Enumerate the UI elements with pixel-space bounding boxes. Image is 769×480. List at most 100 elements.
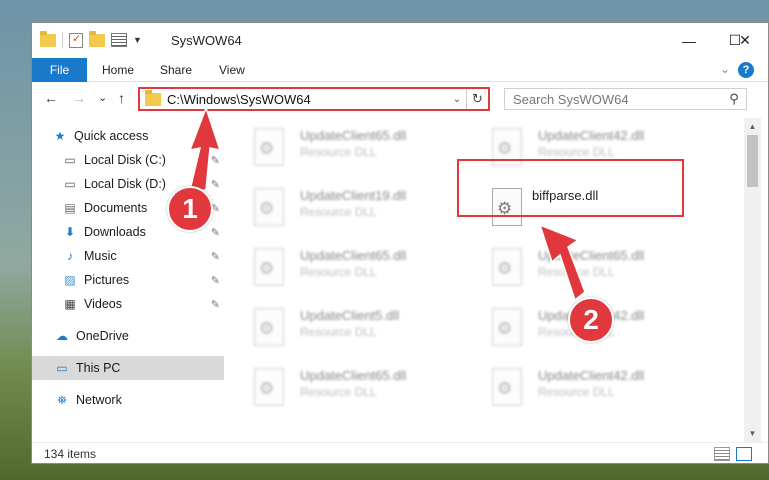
sidebar-item-videos[interactable]: ▦ Videos ✎: [62, 292, 224, 316]
recent-locations-icon[interactable]: ⌄: [98, 91, 107, 104]
dll-file-icon: [492, 308, 522, 346]
dll-file-icon: [254, 128, 284, 166]
dll-file-icon: [492, 368, 522, 406]
sidebar-item-label: Pictures: [84, 273, 130, 287]
pin-icon[interactable]: ✎: [211, 226, 220, 239]
window-title: SysWOW64: [171, 33, 242, 48]
drive-icon: ▭: [64, 177, 76, 191]
tab-share[interactable]: Share: [160, 58, 192, 82]
properties-icon[interactable]: [69, 32, 83, 48]
pin-icon[interactable]: ✎: [211, 178, 220, 191]
navigation-pane: ★ Quick access ▭ Local Disk (C:) ✎ ▭ Loc…: [32, 123, 226, 441]
sidebar-item-this-pc[interactable]: ▭ This PC: [32, 356, 224, 380]
search-input[interactable]: Search SysWOW64: [513, 92, 722, 107]
folder-icon: [145, 89, 161, 106]
file-name: UpdateClient65.dll: [300, 368, 407, 383]
title-bar: ▼ SysWOW64 — ☐ ✕: [32, 23, 768, 58]
file-name: UpdateClient65.dll: [300, 128, 407, 143]
up-arrow-icon[interactable]: ↑: [118, 90, 125, 106]
sidebar-item-label: Local Disk (D:): [84, 177, 166, 191]
dll-file-icon: [492, 248, 522, 286]
large-icons-view-icon[interactable]: [736, 447, 752, 461]
cloud-icon: ☁: [56, 329, 68, 343]
chevron-down-icon[interactable]: ⌄: [720, 62, 730, 76]
sidebar-item-label: This PC: [76, 361, 121, 375]
view-options-icon[interactable]: [111, 33, 127, 47]
file-item[interactable]: UpdateClient65.dll Resource DLL: [228, 362, 448, 414]
file-type: Resource DLL: [300, 385, 377, 399]
file-name: UpdateClient19.dll: [300, 188, 407, 203]
documents-icon: ▤: [64, 201, 76, 215]
scroll-up-icon[interactable]: ▲: [744, 118, 761, 135]
file-item[interactable]: UpdateClient42.dll Resource DLL: [466, 362, 686, 414]
drive-icon: ▭: [64, 153, 76, 167]
step-2-badge: 2: [568, 297, 614, 343]
file-item[interactable]: UpdateClient65.dll Resource DLL: [466, 242, 686, 294]
dll-file-icon: [254, 248, 284, 286]
status-bar: 134 items: [32, 442, 768, 464]
file-name: UpdateClient42.dll: [538, 128, 645, 143]
file-type: Resource DLL: [538, 145, 615, 159]
network-icon: ⛯: [57, 392, 67, 407]
folder-icon[interactable]: [40, 30, 56, 47]
vertical-scrollbar[interactable]: ▲ ▼: [744, 118, 761, 442]
file-type: Resource DLL: [300, 325, 377, 339]
sidebar-item-network[interactable]: ⛯ Network: [54, 388, 224, 412]
close-button[interactable]: ✕: [722, 23, 768, 58]
sidebar-item-label: Videos: [84, 297, 122, 311]
sidebar-item-local-disk-c[interactable]: ▭ Local Disk (C:) ✎: [62, 148, 224, 172]
pictures-icon: ▨: [64, 273, 76, 287]
file-name: UpdateClient65.dll: [538, 248, 645, 263]
file-explorer-window: ▼ SysWOW64 — ☐ ✕ File Home Share View ⌄ …: [31, 22, 769, 464]
file-item[interactable]: UpdateClient65.dll Resource DLL: [228, 122, 448, 174]
address-bar[interactable]: C:\Windows\SysWOW64 ⌄ ↻: [138, 87, 490, 111]
pin-icon[interactable]: ✎: [211, 154, 220, 167]
sidebar-item-label: Local Disk (C:): [84, 153, 166, 167]
sidebar-item-label: Quick access: [74, 129, 149, 143]
ribbon-tabs: File Home Share View ⌄ ?: [32, 58, 768, 82]
download-icon: ⬇: [64, 225, 76, 239]
sidebar-item-pictures[interactable]: ▨ Pictures ✎: [62, 268, 224, 292]
refresh-icon[interactable]: ↻: [466, 89, 488, 109]
file-type: Resource DLL: [538, 385, 615, 399]
file-name: UpdateClient42.dll: [538, 368, 645, 383]
step-1-badge: 1: [167, 186, 213, 232]
sidebar-item-onedrive[interactable]: ☁ OneDrive: [54, 324, 224, 348]
forward-arrow-icon[interactable]: →: [72, 90, 86, 106]
search-icon[interactable]: ⚲: [722, 91, 746, 107]
file-item[interactable]: UpdateClient5.dll Resource DLL: [228, 302, 448, 354]
file-item[interactable]: UpdateClient65.dll Resource DLL: [228, 242, 448, 294]
new-folder-icon[interactable]: [89, 30, 105, 47]
quick-access-toolbar: ▼: [40, 30, 142, 48]
pin-icon[interactable]: ✎: [211, 298, 220, 311]
tab-view[interactable]: View: [219, 58, 245, 82]
file-item[interactable]: UpdateClient19.dll Resource DLL: [228, 182, 448, 234]
file-name: UpdateClient65.dll: [300, 248, 407, 263]
navigation-bar: ← → ⌄ ↑ C:\Windows\SysWOW64 ⌄ ↻ Search S…: [32, 82, 768, 116]
dll-file-icon: [254, 308, 284, 346]
file-type: Resource DLL: [538, 265, 615, 279]
dll-file-icon: [254, 188, 284, 226]
pc-icon: ▭: [56, 361, 68, 375]
chevron-down-icon[interactable]: ⌄: [448, 94, 466, 105]
file-type: Resource DLL: [300, 265, 377, 279]
scrollbar-thumb[interactable]: [747, 135, 758, 187]
minimize-button[interactable]: —: [666, 23, 712, 58]
file-type: Resource DLL: [300, 145, 377, 159]
sidebar-item-label: Downloads: [84, 225, 146, 239]
address-path[interactable]: C:\Windows\SysWOW64: [167, 92, 448, 107]
toolbar-divider: [62, 32, 63, 48]
back-arrow-icon[interactable]: ←: [44, 90, 58, 106]
sidebar-item-label: Network: [76, 393, 122, 407]
details-view-icon[interactable]: [714, 447, 730, 461]
scroll-down-icon[interactable]: ▼: [744, 425, 761, 442]
help-icon[interactable]: ?: [738, 62, 754, 78]
search-box[interactable]: Search SysWOW64 ⚲: [504, 88, 747, 110]
tab-home[interactable]: Home: [102, 58, 134, 82]
sidebar-item-quick-access[interactable]: ★ Quick access: [52, 124, 244, 148]
pin-icon[interactable]: ✎: [211, 250, 220, 263]
tab-file[interactable]: File: [32, 58, 87, 82]
customize-toolbar-icon[interactable]: ▼: [133, 35, 142, 45]
sidebar-item-music[interactable]: ♪ Music ✎: [62, 244, 224, 268]
pin-icon[interactable]: ✎: [211, 274, 220, 287]
